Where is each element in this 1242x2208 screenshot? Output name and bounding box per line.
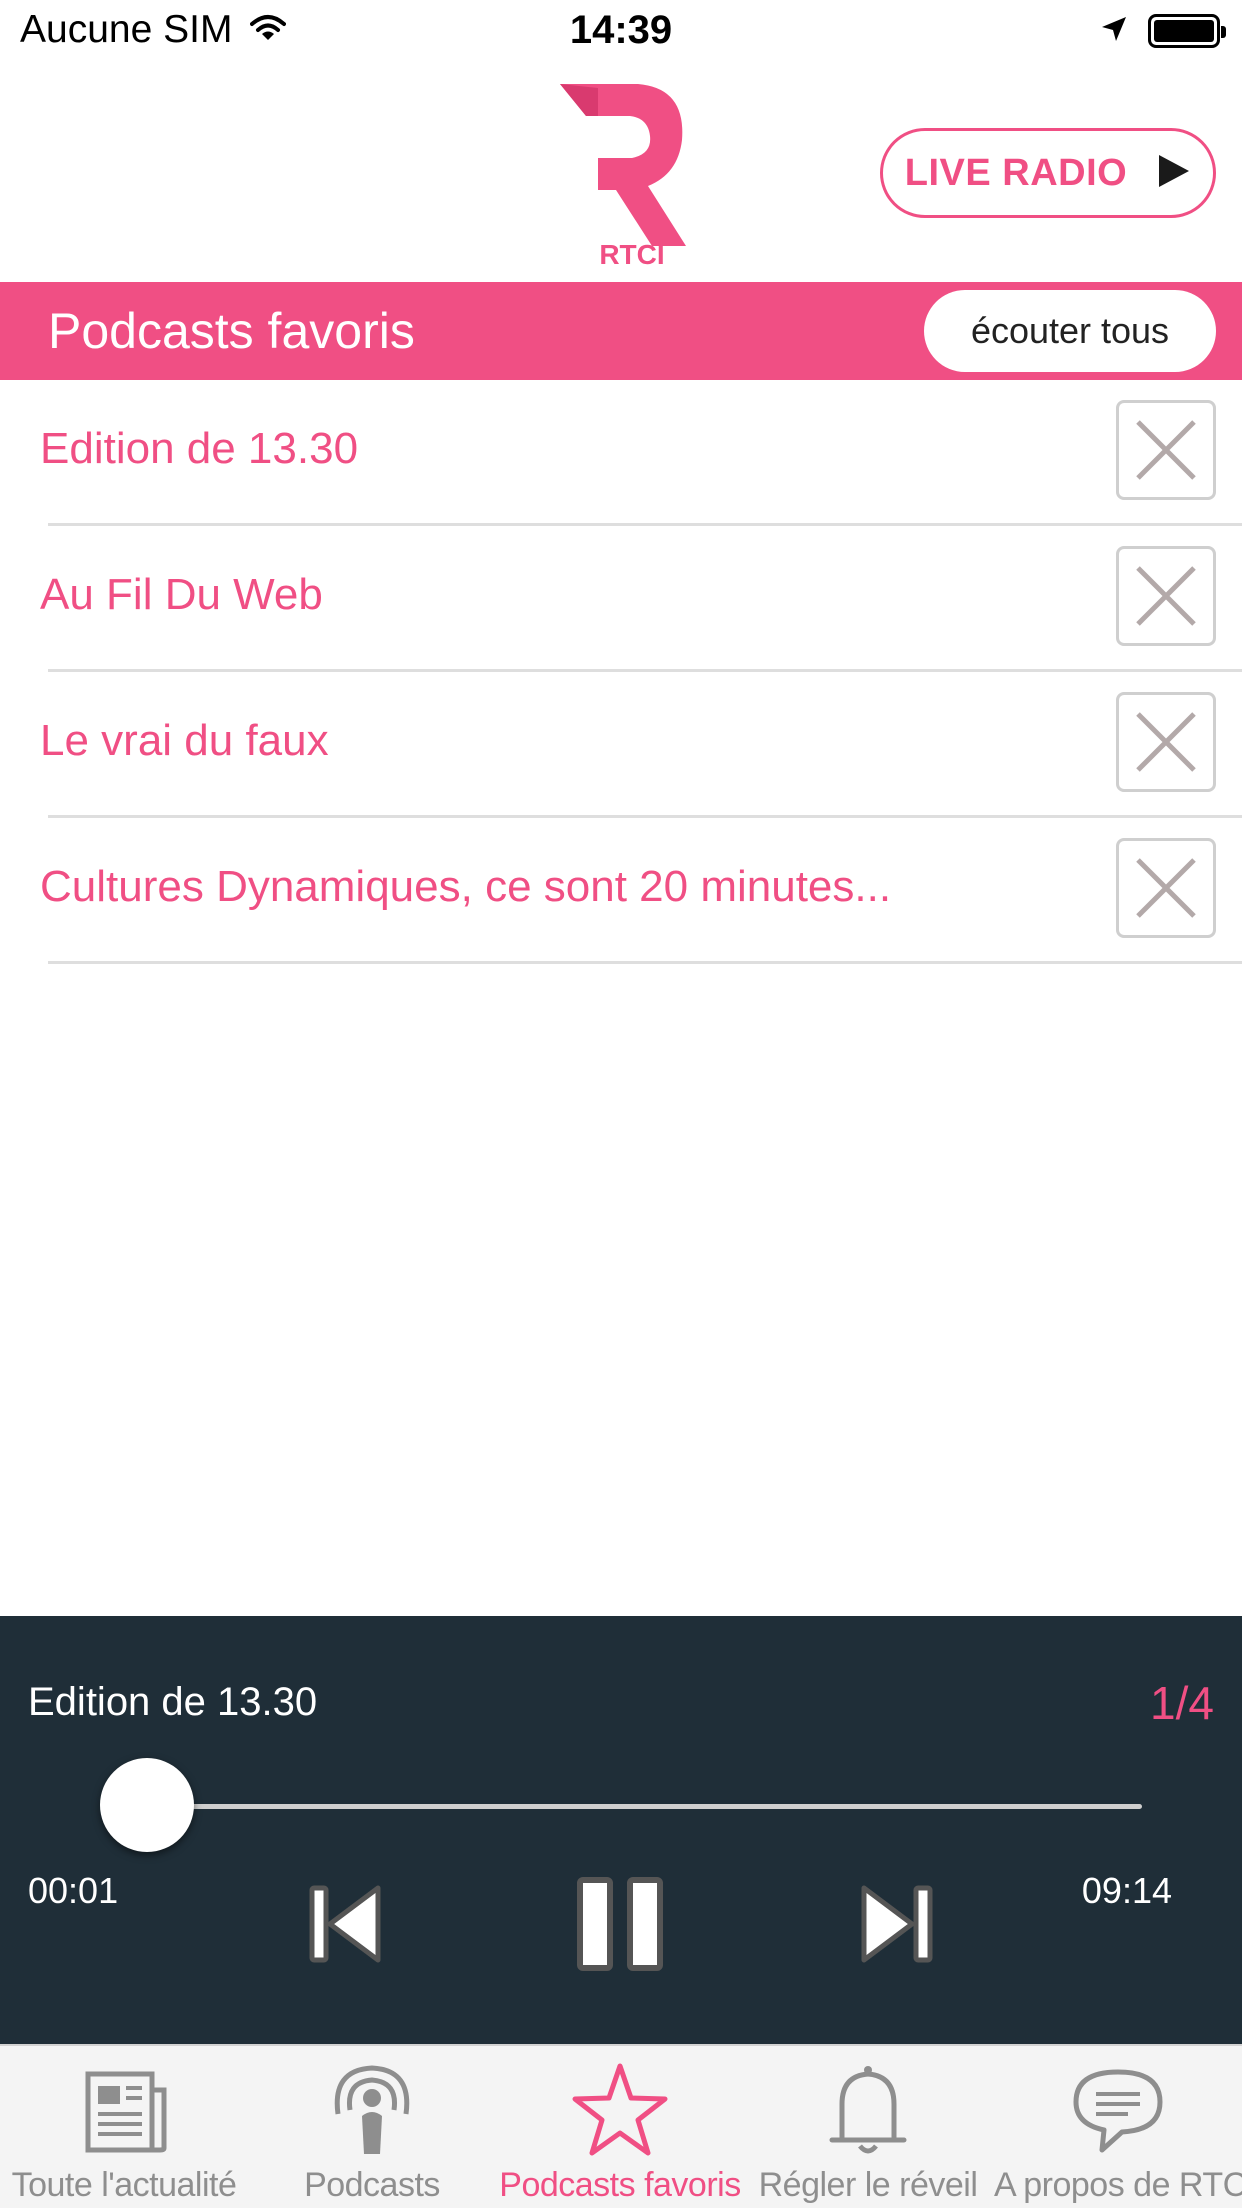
tab-label: Podcasts <box>304 2166 440 2204</box>
skip-next-icon <box>861 1885 933 1963</box>
clock: 14:39 <box>569 8 673 52</box>
live-radio-button[interactable]: LIVE RADIO <box>880 128 1216 218</box>
listen-all-button[interactable]: écouter tous <box>924 290 1216 372</box>
status-bar: Aucune SIM 14:39 <box>0 0 1242 68</box>
pause-icon <box>577 1877 663 1971</box>
chat-bubble-icon <box>1073 2069 1163 2153</box>
svg-text:RTCI: RTCI <box>599 239 664 266</box>
podcast-title: Edition de 13.30 <box>40 424 359 473</box>
divider <box>48 961 1242 964</box>
play-icon <box>1157 153 1191 194</box>
remove-favorite-button[interactable] <box>1116 400 1216 500</box>
location-arrow-icon <box>1100 15 1128 48</box>
star-icon <box>572 2063 668 2156</box>
list-item[interactable]: Le vrai du faux <box>0 672 1242 818</box>
tab-favorites[interactable]: Podcasts favoris <box>496 2046 744 2208</box>
tab-label: A propos de RTCI <box>994 2166 1242 2204</box>
podcast-title: Le vrai du faux <box>40 716 329 765</box>
list-item[interactable]: Cultures Dynamiques, ce sont 20 minutes.… <box>0 818 1242 964</box>
previous-button[interactable] <box>296 1874 396 1974</box>
bell-icon <box>829 2066 907 2154</box>
battery-icon <box>1148 14 1226 48</box>
podcast-title: Au Fil Du Web <box>40 570 323 619</box>
tab-label: Podcasts favoris <box>499 2166 741 2204</box>
status-right <box>1100 14 1226 48</box>
progress-slider-knob[interactable] <box>100 1758 194 1852</box>
pause-button[interactable] <box>570 1874 670 1974</box>
tab-label: Toute l'actualité <box>11 2166 237 2204</box>
tab-podcasts[interactable]: Podcasts <box>248 2046 496 2208</box>
close-icon <box>1136 712 1196 772</box>
tab-label: Régler le réveil <box>758 2166 978 2204</box>
section-header: Podcasts favoris écouter tous <box>0 282 1242 380</box>
favorites-list: Edition de 13.30 Au Fil Du Web Le vrai d… <box>0 380 1242 964</box>
remove-favorite-button[interactable] <box>1116 692 1216 792</box>
newspaper-icon <box>85 2071 167 2153</box>
skip-previous-icon <box>309 1885 381 1963</box>
page-title: Podcasts favoris <box>48 303 415 359</box>
remove-favorite-button[interactable] <box>1116 838 1216 938</box>
tab-news[interactable]: Toute l'actualité <box>0 2046 248 2208</box>
progress-track[interactable] <box>146 1804 1142 1809</box>
tab-about[interactable]: A propos de RTCI <box>994 2046 1242 2208</box>
close-icon <box>1136 566 1196 626</box>
elapsed-time: 00:01 <box>28 1870 119 1911</box>
tab-bar: Toute l'actualité Podcasts Podcasts favo… <box>0 2044 1242 2208</box>
audio-player: Edition de 13.30 1/4 00:01 09:14 <box>0 1616 1242 2044</box>
remove-favorite-button[interactable] <box>1116 546 1216 646</box>
podcast-icon <box>334 2065 410 2154</box>
next-button[interactable] <box>846 1874 946 1974</box>
live-radio-label: LIVE RADIO <box>904 151 1128 194</box>
podcast-title: Cultures Dynamiques, ce sont 20 minutes.… <box>40 862 892 911</box>
list-item[interactable]: Edition de 13.30 <box>0 380 1242 526</box>
close-icon <box>1136 858 1196 918</box>
total-duration: 09:14 <box>1081 1870 1172 1911</box>
list-item[interactable]: Au Fil Du Web <box>0 526 1242 672</box>
tab-alarm[interactable]: Régler le réveil <box>744 2046 992 2208</box>
close-icon <box>1136 420 1196 480</box>
now-playing-title: Edition de 13.30 <box>28 1680 318 1724</box>
track-counter: 1/4 <box>1150 1677 1214 1729</box>
rtci-logo: RTCI <box>556 82 688 270</box>
